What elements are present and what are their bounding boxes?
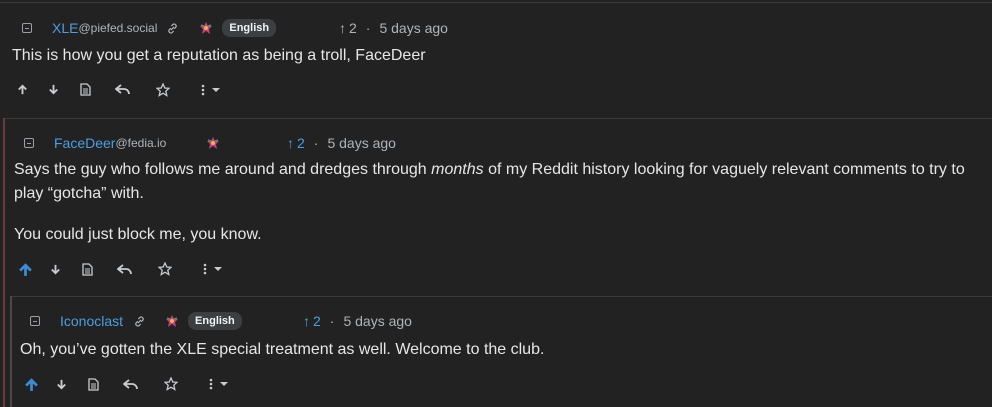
separator: · (313, 135, 319, 151)
link-icon[interactable] (166, 22, 179, 35)
upvote-icon[interactable] (24, 377, 39, 392)
upvote-icon[interactable] (16, 83, 29, 96)
reply-icon[interactable] (115, 83, 130, 96)
reply-divider (12, 296, 992, 297)
downvote-icon[interactable] (47, 83, 60, 96)
comment-header: FaceDeer @fedia.io (24, 133, 220, 153)
thread-line-level1 (3, 118, 5, 407)
comment-paragraph: This is how you get a reputation as bein… (12, 47, 426, 64)
comment-header: Iconoclast English (30, 311, 242, 331)
author-instance: @piefed.social (78, 21, 158, 35)
more-options-icon[interactable] (198, 84, 222, 96)
comment-paragraph: You could just block me, you know. (14, 226, 262, 243)
view-source-icon[interactable] (88, 378, 99, 391)
downvote-icon[interactable] (55, 378, 68, 391)
downvote-icon[interactable] (49, 263, 62, 276)
comment-age: 5 days ago (379, 20, 448, 36)
score-arrow: ↑ (339, 20, 346, 36)
separator: · (329, 313, 335, 329)
flair-icon (199, 21, 213, 35)
collapse-icon[interactable] (22, 23, 32, 33)
score-value: 2 (349, 20, 357, 36)
upvote-icon[interactable] (18, 262, 33, 277)
emphasis-text: months (431, 161, 484, 178)
flair-icon (206, 136, 220, 150)
more-options-icon[interactable] (206, 378, 230, 390)
bookmark-star-icon[interactable] (156, 83, 170, 97)
bookmark-star-icon[interactable] (158, 262, 172, 276)
comment-body: Oh, you’ve gotten the XLE special treatm… (20, 338, 980, 362)
thread-line-level2 (10, 296, 12, 407)
language-badge: English (222, 19, 277, 37)
text-segment: Says the guy who follows me around and d… (14, 161, 432, 178)
author-instance: @fedia.io (115, 136, 167, 150)
score-arrow: ↑ (303, 313, 310, 329)
reply-icon[interactable] (123, 378, 138, 391)
view-source-icon[interactable] (82, 263, 93, 276)
separator: · (365, 20, 371, 36)
score-age: ↑ 2 · 5 days ago (339, 18, 448, 38)
author-link[interactable]: XLE (52, 20, 78, 36)
reply-icon[interactable] (117, 263, 132, 276)
score-value: 2 (297, 135, 305, 151)
author-link[interactable]: Iconoclast (60, 313, 123, 329)
score-value: 2 (313, 313, 321, 329)
collapse-icon[interactable] (30, 316, 40, 326)
comment-header: XLE @piefed.social English (22, 18, 277, 38)
score-age: ↑ 2 · 5 days ago (287, 133, 396, 153)
comment-body: This is how you get a reputation as bein… (12, 44, 972, 68)
language-badge: English (188, 312, 242, 330)
comment-paragraph: Says the guy who follows me around and d… (14, 158, 984, 206)
comment-age: 5 days ago (327, 135, 396, 151)
comment-paragraph: Oh, you’ve gotten the XLE special treatm… (20, 341, 545, 358)
view-source-icon[interactable] (80, 83, 91, 96)
bookmark-star-icon[interactable] (164, 377, 178, 391)
collapse-icon[interactable] (24, 138, 34, 148)
flair-icon (165, 314, 179, 328)
reply-divider (5, 118, 992, 119)
score-age: ↑ 2 · 5 days ago (303, 311, 412, 331)
more-options-icon[interactable] (200, 263, 224, 275)
top-divider (0, 2, 992, 3)
author-link[interactable]: FaceDeer (54, 135, 115, 151)
link-icon[interactable] (133, 315, 146, 328)
comment-body: Says the guy who follows me around and d… (14, 158, 984, 247)
comment-age: 5 days ago (343, 313, 412, 329)
score-arrow: ↑ (287, 135, 294, 151)
